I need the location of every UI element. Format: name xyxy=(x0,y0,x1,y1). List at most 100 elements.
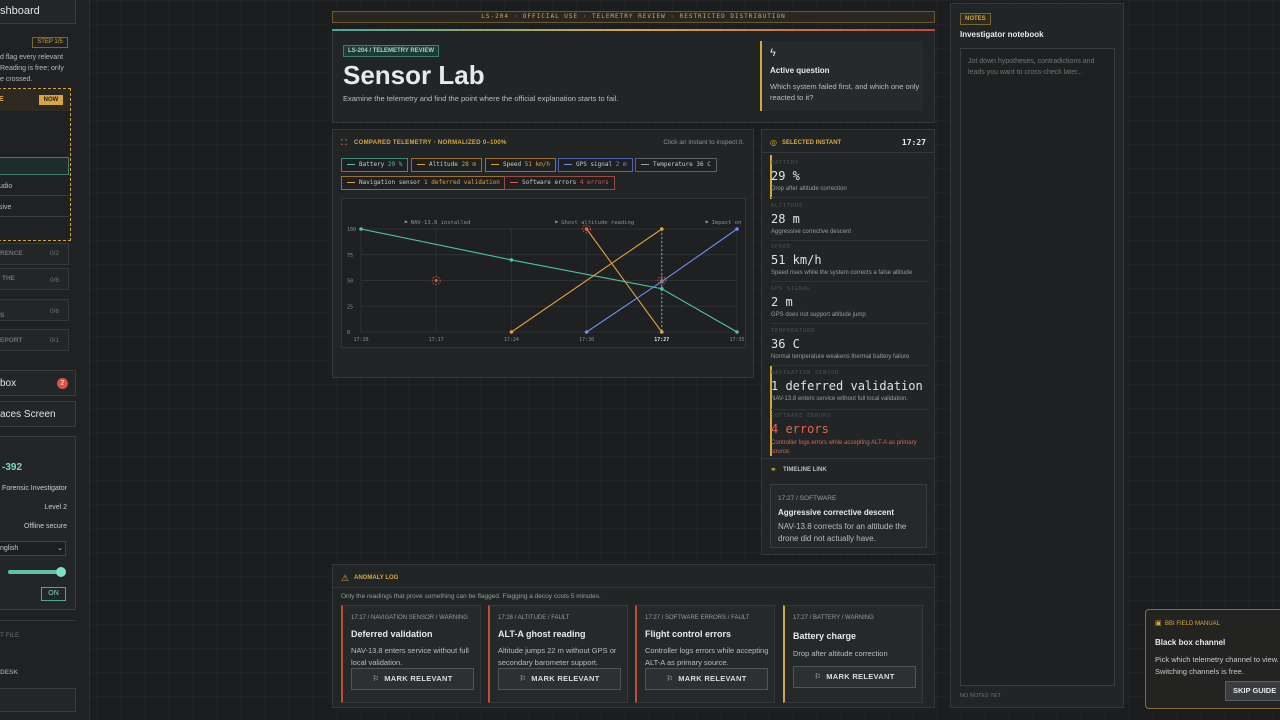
data-point xyxy=(735,227,739,231)
legend-battery[interactable]: Battery 29 % xyxy=(341,158,409,172)
event-label: ⚑ NAV-13.8 installed xyxy=(404,220,470,226)
mark-relevant-button[interactable]: ⚐ MARK RELEVANT xyxy=(351,668,474,690)
y-tick-label: 50 xyxy=(347,279,353,285)
flag-icon: ⚐ xyxy=(814,672,822,681)
active-question-text: Which system failed first, and which one… xyxy=(770,82,920,102)
active-question-card: ϟ Active question Which system failed fi… xyxy=(760,41,923,111)
sidebar: shboard STEP 1/5 d flag every relevant R… xyxy=(0,0,90,720)
notes-panel: NOTES Investigator notebook NO NOTES YET xyxy=(950,3,1124,708)
notes-title: Investigator notebook xyxy=(960,30,1044,39)
anomaly-marker-dot xyxy=(434,279,438,282)
legend-navigation-sensor[interactable]: Navigation sensor 1 deferred validation xyxy=(341,176,506,190)
data-point xyxy=(735,330,739,334)
manual-tag: BBI FIELD MANUAL xyxy=(1165,621,1221,627)
telemetry-hint: Click an instant to inspect it. xyxy=(663,139,744,146)
x-tick-label: 17:10 xyxy=(353,337,368,343)
y-tick-label: 0 xyxy=(347,330,350,336)
divider xyxy=(762,152,934,153)
instant-altitude: ALTITUDE 28 m Aggressive corrective desc… xyxy=(771,203,929,241)
data-point xyxy=(660,330,664,334)
telemetry-chart[interactable]: 100 75 50 25 017:10 17:17 17:24 17:30 17:27 17:35… xyxy=(341,198,746,348)
instant-gps-signal: GPS SIGNAL 2 m GPS does not support alti… xyxy=(771,286,929,324)
inbox-button[interactable]: box 2 xyxy=(0,370,76,396)
mark-relevant-button[interactable]: ⚐ MARK RELEVANT xyxy=(645,668,768,690)
language-select[interactable]: nglish ⌄ xyxy=(0,541,66,556)
skip-guide-button[interactable]: SKIP GUIDE xyxy=(1225,681,1280,701)
y-tick-label: 100 xyxy=(347,227,356,233)
instant-battery: BATTERY 29 % Drop after altitude correct… xyxy=(771,160,929,198)
x-tick-label: 17:30 xyxy=(579,337,594,343)
toggle-on[interactable]: ON xyxy=(41,587,66,601)
chart-icon: ⛶ xyxy=(341,138,347,147)
data-point xyxy=(660,286,664,291)
event-label: ⚑ Ghost altitude reading xyxy=(555,220,634,226)
sub-item-selected[interactable] xyxy=(0,157,69,175)
data-point xyxy=(660,227,664,231)
step-badge: STEP 1/5 xyxy=(32,37,68,48)
active-question-label: Active question xyxy=(770,66,830,75)
mark-relevant-button[interactable]: ⚐ MARK RELEVANT xyxy=(498,668,621,690)
instant-time: 17:27 xyxy=(901,138,926,147)
telemetry-panel: ⛶ COMPARED TELEMETRY · NORMALIZED 0–100%… xyxy=(332,129,754,378)
case-tag: LS-204 / TELEMETRY REVIEW xyxy=(343,45,440,57)
evidence-screen-button[interactable]: aces Screen xyxy=(0,401,76,427)
instant-title: SELECTED INSTANT xyxy=(782,140,842,146)
desk-section-label: DESK xyxy=(0,669,19,676)
volume-slider[interactable] xyxy=(8,570,62,574)
legend-software-errors[interactable]: Software errors 4 errors xyxy=(504,176,615,190)
anomaly-marker-dot xyxy=(585,227,589,231)
task-item[interactable]: EPORT 0/1 xyxy=(0,329,69,351)
anomaly-subtitle: Only the readings that prove something c… xyxy=(341,593,601,600)
flag-icon: ⚐ xyxy=(666,674,674,683)
y-tick-label: 25 xyxy=(347,304,353,310)
instant-navigation-sensor: NAVIGATION SENSOR 1 deferred validation … xyxy=(771,370,929,410)
active-task[interactable]: E NOW xyxy=(0,89,70,111)
header-accent-bar xyxy=(332,29,935,31)
anomaly-card: 17:17 / NAVIGATION SENSOR / WARNING Defe… xyxy=(341,605,481,703)
slider-handle[interactable] xyxy=(56,567,66,577)
manual-title: Black box channel xyxy=(1155,638,1226,647)
mark-relevant-button[interactable]: ⚐ MARK RELEVANT xyxy=(793,666,916,688)
level: Level 2 xyxy=(44,504,67,511)
dashboard-button[interactable]: shboard xyxy=(0,0,76,24)
anomaly-card: 17:27 / SOFTWARE ERRORS / FAULT Flight c… xyxy=(635,605,775,703)
legend-speed[interactable]: Speed 51 km/h xyxy=(485,158,556,172)
data-point xyxy=(509,258,514,262)
chart-frame xyxy=(341,198,746,348)
instant-software-errors: SOFTWARE ERRORS 4 errors Controller logs… xyxy=(771,413,917,455)
y-tick-label: 75 xyxy=(347,253,353,259)
task-item[interactable]: THE 0/6 xyxy=(0,268,69,290)
sub-item[interactable]: sive xyxy=(0,199,69,217)
task-item[interactable]: S 0/6 xyxy=(0,299,69,321)
divider xyxy=(762,458,934,459)
task-item[interactable]: RENCE 0/2 xyxy=(0,243,69,265)
desk-button[interactable] xyxy=(0,688,76,712)
legend-temperature[interactable]: Temperature 36 C xyxy=(635,158,717,172)
flag-icon: ⚐ xyxy=(372,674,380,683)
x-tick-label: 17:17 xyxy=(429,337,444,343)
flag-icon: ⚐ xyxy=(519,674,527,683)
sub-item[interactable]: udio xyxy=(0,178,69,196)
x-tick-label: 17:27 xyxy=(654,337,669,343)
intro-line: d flag every relevant xyxy=(0,54,64,61)
intro-line: e crossed. xyxy=(0,76,33,83)
anomaly-title: ANOMALY LOG xyxy=(354,575,399,581)
page-title: Sensor Lab xyxy=(343,60,485,90)
notes-textarea[interactable] xyxy=(960,48,1115,686)
timeline-link-card[interactable]: 17:27 / SOFTWARE Aggressive corrective d… xyxy=(770,484,927,548)
data-point xyxy=(359,227,363,231)
telemetry-title: COMPARED TELEMETRY · NORMALIZED 0–100% xyxy=(354,140,507,146)
warning-icon: ⚠ xyxy=(341,573,350,583)
profile-card: -392 Forensic Investigator Level 2 Offli… xyxy=(0,436,76,610)
event-label: ⚑ Impact on xyxy=(705,220,741,226)
instant-temperature: TEMPERATURE 36 C Normal temperature weak… xyxy=(771,328,929,366)
legend-gps-signal[interactable]: GPS signal 2 m xyxy=(558,158,633,172)
lightning-icon: ϟ xyxy=(770,47,776,59)
legend-altitude[interactable]: Altitude 28 m xyxy=(411,158,482,172)
timeline-link-title: TIMELINE LINK xyxy=(783,467,827,473)
x-tick-label: 17:35 xyxy=(729,337,744,343)
selected-instant-panel: ◎ SELECTED INSTANT 17:27 BATTERY 29 % Dr… xyxy=(761,129,935,555)
anomaly-marker-dot xyxy=(660,279,664,282)
data-point xyxy=(584,330,589,334)
field-manual-popup: ▣ BBI FIELD MANUAL Black box channel Pic… xyxy=(1145,609,1280,709)
